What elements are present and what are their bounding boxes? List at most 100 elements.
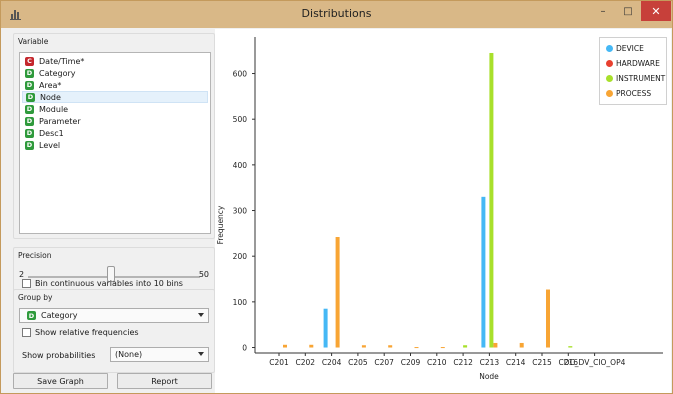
x-tick-label: C210 xyxy=(427,358,447,367)
variable-item[interactable]: D Parameter xyxy=(22,115,208,127)
variable-label: Date/Time* xyxy=(39,56,85,66)
precision-group: Precision 2 50 Bin continuous variables … xyxy=(13,247,215,295)
x-tick-label: C205 xyxy=(348,358,368,367)
variable-label: Parameter xyxy=(39,116,81,126)
variable-type-badge: D xyxy=(25,140,34,150)
save-graph-button[interactable]: Save Graph xyxy=(13,373,108,389)
bin-checkbox-label: Bin continuous variables into 10 bins xyxy=(35,279,183,288)
bar-instrument xyxy=(489,52,494,348)
x-tick-label: C213 xyxy=(480,358,500,367)
x-tick-label: C214 xyxy=(506,358,526,367)
x-tick-label: C202 xyxy=(296,358,316,367)
window-title: Distributions xyxy=(301,7,372,20)
probabilities-combo[interactable]: (None) xyxy=(110,347,209,362)
y-tick-label: 200 xyxy=(233,252,248,261)
relative-freq-checkbox-box[interactable] xyxy=(22,328,31,337)
relative-freq-checkbox[interactable]: Show relative frequencies xyxy=(22,328,139,337)
x-tick-label: C204 xyxy=(322,358,342,367)
bar-process xyxy=(414,347,419,349)
bar-process xyxy=(361,345,366,348)
plot-area: 0 100 200 300 400 500 600 C201 C202 C204 C205 C207 C… xyxy=(215,29,671,393)
x-tick-label: DC_DV_CIO_OP4 xyxy=(564,358,626,367)
close-button[interactable]: ✕ xyxy=(641,1,671,21)
y-tick-label: 300 xyxy=(233,207,248,216)
distributions-window: Distributions – □ ✕ Variable C Date/Time*… xyxy=(0,0,673,394)
x-tick-label: C207 xyxy=(374,358,394,367)
bar-process xyxy=(309,344,314,348)
variable-item[interactable]: D Desc1 xyxy=(22,127,208,139)
legend-label: DEVICE xyxy=(616,44,644,53)
y-tick-label: 500 xyxy=(233,115,248,124)
precision-max-label: 50 xyxy=(198,270,209,279)
x-axis-label: Node xyxy=(479,372,499,381)
legend-swatch xyxy=(606,75,613,82)
bar-process xyxy=(519,342,524,348)
group-by-value: Category xyxy=(41,311,78,320)
variable-item[interactable]: D Node xyxy=(22,91,208,103)
variable-item[interactable]: D Level xyxy=(22,139,208,151)
variable-label: Area* xyxy=(39,80,62,90)
legend-swatch xyxy=(606,60,613,67)
legend-label: INSTRUMENT xyxy=(616,74,666,83)
legend-item: PROCESS xyxy=(606,89,651,98)
chart-legend: DEVICE HARDWARE INSTRUMENT PROCESS xyxy=(599,37,667,105)
legend-swatch xyxy=(606,45,613,52)
x-tick-label: C215 xyxy=(532,358,552,367)
y-tick-label: 0 xyxy=(242,344,247,353)
chevron-down-icon xyxy=(198,313,204,317)
bar-device xyxy=(323,308,328,348)
group-by-group: Group by D Category Show relative freque… xyxy=(13,289,215,373)
x-tick-label: C201 xyxy=(269,358,289,367)
variable-group-title: Variable xyxy=(18,37,49,46)
bar-process xyxy=(283,344,287,348)
variable-type-badge: D xyxy=(25,80,34,90)
variable-type-badge: D xyxy=(25,104,34,114)
variable-type-badge: D xyxy=(25,128,34,138)
legend-label: HARDWARE xyxy=(616,59,660,68)
y-axis-label: Frequency xyxy=(216,205,225,244)
variable-type-badge: C xyxy=(25,56,34,66)
bar-process xyxy=(335,237,340,348)
y-tick-label: 600 xyxy=(233,70,248,79)
legend-swatch xyxy=(606,90,613,97)
bin-checkbox[interactable]: Bin continuous variables into 10 bins xyxy=(22,279,183,288)
x-tick-label: C209 xyxy=(401,358,421,367)
legend-item: DEVICE xyxy=(606,44,644,53)
legend-item: INSTRUMENT xyxy=(606,74,665,83)
variable-item[interactable]: D Category xyxy=(22,67,208,79)
variable-label: Desc1 xyxy=(39,128,64,138)
precision-min-label: 2 xyxy=(19,270,25,279)
variable-item[interactable]: C Date/Time* xyxy=(22,55,208,67)
bar-instrument xyxy=(568,346,573,348)
variable-label: Category xyxy=(39,68,76,78)
bar-instrument xyxy=(463,345,468,348)
variable-group: Variable C Date/Time* D Category D Area* D Node… xyxy=(13,33,215,239)
probabilities-value: (None) xyxy=(115,350,143,359)
minimize-button[interactable]: – xyxy=(590,1,616,21)
bar-process xyxy=(546,289,550,348)
variable-type-badge: D xyxy=(26,92,35,102)
chevron-down-icon xyxy=(198,352,204,356)
title-bar[interactable]: Distributions – □ ✕ xyxy=(1,1,672,28)
report-button[interactable]: Report xyxy=(117,373,212,389)
group-by-combo[interactable]: D Category xyxy=(19,308,209,323)
variable-type-badge: D xyxy=(25,116,34,126)
relative-freq-label: Show relative frequencies xyxy=(35,328,139,337)
group-by-badge: D xyxy=(27,311,36,320)
variable-item[interactable]: D Module xyxy=(22,103,208,115)
bar-process xyxy=(388,345,393,348)
variable-label: Level xyxy=(39,140,61,150)
variable-type-badge: D xyxy=(25,68,34,78)
y-tick-label: 100 xyxy=(233,298,248,307)
maximize-button[interactable]: □ xyxy=(615,1,641,21)
bin-checkbox-box[interactable] xyxy=(22,279,31,288)
bar-process xyxy=(440,347,445,349)
legend-item: HARDWARE xyxy=(606,59,660,68)
variable-label: Module xyxy=(39,104,69,114)
variable-item[interactable]: D Area* xyxy=(22,79,208,91)
variable-list[interactable]: C Date/Time* D Category D Area* D Node D Module D P… xyxy=(19,52,211,234)
bar-device xyxy=(481,196,486,348)
control-panel: Variable C Date/Time* D Category D Area* D Node… xyxy=(7,29,215,393)
variable-label: Node xyxy=(40,92,61,102)
x-tick-label: C212 xyxy=(453,358,473,367)
